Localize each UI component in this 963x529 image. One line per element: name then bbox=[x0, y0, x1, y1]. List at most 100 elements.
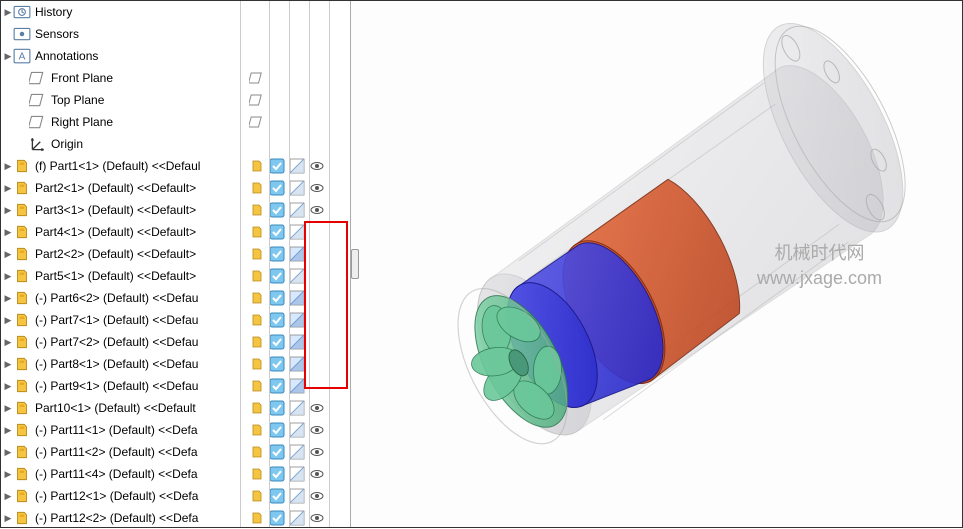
show-checkbox-icon[interactable] bbox=[267, 311, 287, 329]
panel-resize-handle[interactable] bbox=[351, 249, 359, 279]
show-checkbox-icon[interactable] bbox=[267, 487, 287, 505]
visibility-eye-icon[interactable] bbox=[307, 157, 327, 175]
display-mode-icon[interactable] bbox=[287, 509, 307, 527]
display-mode-icon[interactable] bbox=[287, 355, 307, 373]
tree-item-part[interactable]: ▶(f) Part1<1> (Default) <<Defaul bbox=[1, 155, 240, 177]
visibility-eye-icon[interactable] bbox=[307, 487, 327, 505]
part-column-icon[interactable] bbox=[247, 355, 267, 373]
visibility-eye-icon[interactable] bbox=[307, 399, 327, 417]
part-column-icon[interactable] bbox=[247, 223, 267, 241]
display-state-row[interactable] bbox=[241, 441, 350, 463]
display-mode-icon[interactable] bbox=[287, 223, 307, 241]
part-column-icon[interactable] bbox=[247, 179, 267, 197]
display-mode-icon[interactable] bbox=[287, 311, 307, 329]
part-column-icon[interactable] bbox=[247, 289, 267, 307]
display-state-row[interactable] bbox=[241, 375, 350, 397]
tree-item-annotations[interactable]: ▶ A Annotations bbox=[1, 45, 240, 67]
display-mode-icon[interactable] bbox=[287, 289, 307, 307]
display-mode-icon[interactable] bbox=[287, 333, 307, 351]
part-column-icon[interactable] bbox=[247, 333, 267, 351]
part-column-icon[interactable] bbox=[247, 421, 267, 439]
visibility-eye-icon[interactable] bbox=[307, 443, 327, 461]
show-checkbox-icon[interactable] bbox=[267, 377, 287, 395]
tree-item-part[interactable]: ▶Part3<1> (Default) <<Default> bbox=[1, 199, 240, 221]
part-column-icon[interactable] bbox=[247, 509, 267, 527]
tree-item-sensors[interactable]: Sensors bbox=[1, 23, 240, 45]
tree-item-part[interactable]: ▶(-) Part11<1> (Default) <<Defa bbox=[1, 419, 240, 441]
show-checkbox-icon[interactable] bbox=[267, 223, 287, 241]
show-checkbox-icon[interactable] bbox=[267, 245, 287, 263]
tree-item-part[interactable]: ▶(-) Part11<4> (Default) <<Defa bbox=[1, 463, 240, 485]
display-state-row[interactable] bbox=[241, 331, 350, 353]
show-checkbox-icon[interactable] bbox=[267, 399, 287, 417]
display-state-row[interactable] bbox=[241, 155, 350, 177]
part-column-icon[interactable] bbox=[247, 245, 267, 263]
part-column-icon[interactable] bbox=[247, 487, 267, 505]
visibility-eye-icon[interactable] bbox=[307, 509, 327, 527]
tree-item-origin[interactable]: Origin bbox=[1, 133, 240, 155]
show-checkbox-icon[interactable] bbox=[267, 355, 287, 373]
display-state-row[interactable] bbox=[241, 221, 350, 243]
plane-visibility-icon[interactable] bbox=[247, 69, 267, 87]
show-checkbox-icon[interactable] bbox=[267, 157, 287, 175]
display-mode-icon[interactable] bbox=[287, 179, 307, 197]
part-column-icon[interactable] bbox=[247, 465, 267, 483]
tree-item-part[interactable]: ▶(-) Part7<1> (Default) <<Defau bbox=[1, 309, 240, 331]
visibility-eye-icon[interactable] bbox=[307, 179, 327, 197]
tree-item-part[interactable]: ▶Part2<1> (Default) <<Default> bbox=[1, 177, 240, 199]
tree-item-part[interactable]: ▶Part2<2> (Default) <<Default> bbox=[1, 243, 240, 265]
feature-tree-panel[interactable]: ▶ History Sensors ▶ A Annotations F bbox=[1, 1, 241, 527]
display-state-row[interactable] bbox=[241, 67, 350, 89]
tree-item-front-plane[interactable]: Front Plane bbox=[1, 67, 240, 89]
display-state-row[interactable] bbox=[241, 507, 350, 529]
part-column-icon[interactable] bbox=[247, 311, 267, 329]
display-mode-icon[interactable] bbox=[287, 443, 307, 461]
display-state-row[interactable] bbox=[241, 89, 350, 111]
visibility-eye-icon[interactable] bbox=[307, 465, 327, 483]
graphics-viewport[interactable]: 机械时代网 www.jxage.com bbox=[351, 1, 962, 527]
visibility-eye-icon[interactable] bbox=[307, 421, 327, 439]
tree-item-right-plane[interactable]: Right Plane bbox=[1, 111, 240, 133]
part-column-icon[interactable] bbox=[247, 377, 267, 395]
tree-item-top-plane[interactable]: Top Plane bbox=[1, 89, 240, 111]
display-state-row[interactable] bbox=[241, 287, 350, 309]
display-mode-icon[interactable] bbox=[287, 465, 307, 483]
display-mode-icon[interactable] bbox=[287, 377, 307, 395]
display-mode-icon[interactable] bbox=[287, 487, 307, 505]
display-mode-icon[interactable] bbox=[287, 157, 307, 175]
display-state-row[interactable] bbox=[241, 397, 350, 419]
tree-item-part[interactable]: ▶(-) Part12<2> (Default) <<Defa bbox=[1, 507, 240, 527]
tree-item-part[interactable]: ▶Part10<1> (Default) <<Default bbox=[1, 397, 240, 419]
visibility-eye-icon[interactable] bbox=[307, 201, 327, 219]
show-checkbox-icon[interactable] bbox=[267, 201, 287, 219]
display-mode-icon[interactable] bbox=[287, 421, 307, 439]
display-mode-icon[interactable] bbox=[287, 201, 307, 219]
part-column-icon[interactable] bbox=[247, 443, 267, 461]
plane-visibility-icon[interactable] bbox=[247, 113, 267, 131]
show-checkbox-icon[interactable] bbox=[267, 179, 287, 197]
tree-item-part[interactable]: ▶(-) Part7<2> (Default) <<Defau bbox=[1, 331, 240, 353]
tree-item-part[interactable]: ▶(-) Part12<1> (Default) <<Defa bbox=[1, 485, 240, 507]
show-checkbox-icon[interactable] bbox=[267, 267, 287, 285]
part-column-icon[interactable] bbox=[247, 157, 267, 175]
display-state-row[interactable] bbox=[241, 485, 350, 507]
tree-item-part[interactable]: ▶Part4<1> (Default) <<Default> bbox=[1, 221, 240, 243]
show-checkbox-icon[interactable] bbox=[267, 509, 287, 527]
show-checkbox-icon[interactable] bbox=[267, 333, 287, 351]
part-column-icon[interactable] bbox=[247, 267, 267, 285]
display-state-row[interactable] bbox=[241, 265, 350, 287]
display-state-row[interactable] bbox=[241, 243, 350, 265]
display-state-row[interactable] bbox=[241, 177, 350, 199]
show-checkbox-icon[interactable] bbox=[267, 421, 287, 439]
part-column-icon[interactable] bbox=[247, 201, 267, 219]
show-checkbox-icon[interactable] bbox=[267, 289, 287, 307]
display-state-row[interactable] bbox=[241, 199, 350, 221]
display-mode-icon[interactable] bbox=[287, 399, 307, 417]
part-column-icon[interactable] bbox=[247, 399, 267, 417]
display-state-row[interactable] bbox=[241, 111, 350, 133]
display-state-row[interactable] bbox=[241, 353, 350, 375]
display-mode-icon[interactable] bbox=[287, 267, 307, 285]
tree-item-part[interactable]: ▶(-) Part6<2> (Default) <<Defau bbox=[1, 287, 240, 309]
show-checkbox-icon[interactable] bbox=[267, 465, 287, 483]
display-state-row[interactable] bbox=[241, 463, 350, 485]
